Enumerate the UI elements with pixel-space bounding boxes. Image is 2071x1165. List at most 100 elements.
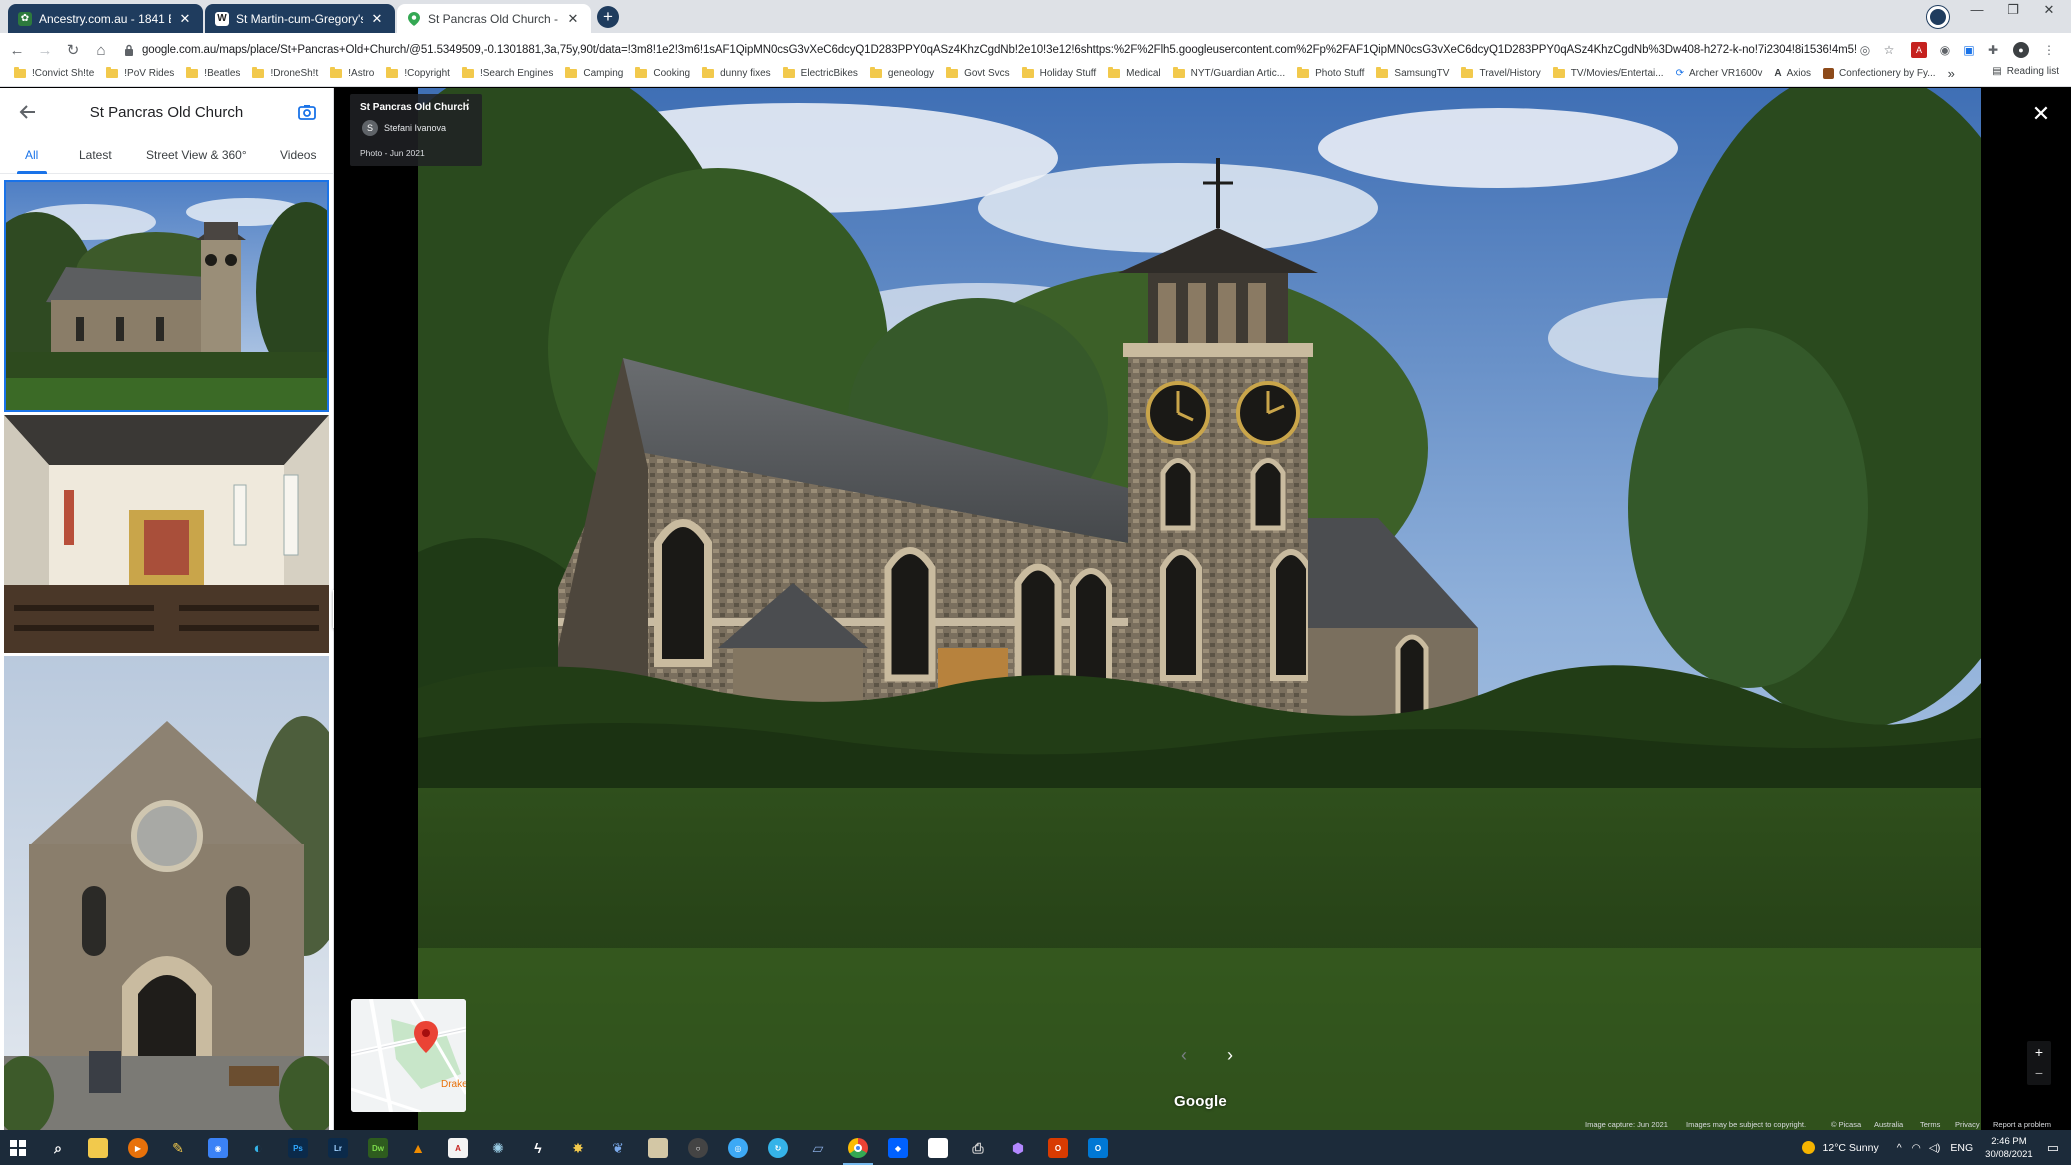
forward-icon[interactable]: → (34, 39, 56, 61)
chrome-icon[interactable] (848, 1138, 868, 1158)
language-indicator[interactable]: ENG (1950, 1142, 1973, 1154)
tab-videos[interactable]: Videos (280, 136, 316, 162)
bookmark-folder[interactable]: !Astro (330, 66, 374, 79)
picasa-credit[interactable]: © Picasa (1831, 1120, 1861, 1129)
bookmark-folder[interactable]: Govt Svcs (946, 66, 1010, 79)
camera-app-icon[interactable]: ◉ (208, 1138, 228, 1158)
bookmark-star-icon[interactable]: ☆ (1881, 42, 1897, 58)
bookmark-folder[interactable]: Photo Stuff (1297, 66, 1364, 79)
disc-icon[interactable]: ○ (688, 1138, 708, 1158)
photo-thumbnail-interior[interactable] (4, 415, 329, 653)
weather-icon[interactable] (1801, 1141, 1815, 1154)
vlc-icon[interactable]: ▲ (408, 1138, 428, 1158)
dropbox-icon[interactable]: ◆ (888, 1138, 908, 1158)
profile-avatar-icon[interactable] (1927, 6, 1949, 28)
sticky-icon[interactable]: ▱ (808, 1138, 828, 1158)
bookmark-folder[interactable]: !Convict Sh!te (14, 66, 94, 79)
account-avatar-icon[interactable]: ● (2013, 42, 2029, 58)
tab-close-icon[interactable]: ✕ (177, 11, 193, 27)
bookmark-folder[interactable]: Holiday Stuff (1021, 66, 1096, 79)
bookmark-link[interactable]: ⟳ Archer VR1600v (1676, 68, 1763, 79)
next-photo-icon[interactable]: › (1220, 1045, 1240, 1065)
bookmark-folder[interactable]: dunny fixes (702, 66, 771, 79)
clock[interactable]: 2:46 PM 30/08/2021 (1985, 1135, 2033, 1161)
bookmark-folder[interactable]: NYT/Guardian Artic... (1172, 66, 1285, 79)
bookmark-folder[interactable]: Travel/History (1461, 66, 1541, 79)
tab-close-icon[interactable]: ✕ (565, 11, 581, 27)
document-icon[interactable] (928, 1138, 948, 1158)
main-photo[interactable] (418, 88, 1981, 1130)
tab-wikipedia[interactable]: W St Martin-cum-Gregory's Church ✕ (205, 4, 395, 33)
author-avatar[interactable]: S (362, 120, 378, 136)
printer-icon[interactable]: ⎙ (968, 1138, 988, 1158)
bookmark-folder[interactable]: !Search Engines (461, 66, 553, 79)
menu-kebab-icon[interactable]: ⋮ (2041, 42, 2057, 58)
more-options-icon[interactable]: ⋮ (462, 98, 474, 110)
restore-icon[interactable]: ❐ (1993, 2, 2033, 18)
zoom-in-button[interactable]: + (2027, 1041, 2051, 1063)
back-icon[interactable]: ← (6, 39, 28, 61)
previous-photo-icon[interactable]: ‹ (1174, 1045, 1194, 1065)
terms-link[interactable]: Terms (1920, 1120, 1940, 1129)
address-bar[interactable]: google.com.au/maps/place/St+Pancras+Old+… (116, 36, 1856, 63)
tab-all[interactable]: All (25, 136, 38, 162)
bookmark-link[interactable]: A Axios (1774, 68, 1811, 79)
network-app-icon[interactable]: ✺ (488, 1138, 508, 1158)
tab-ancestry[interactable]: ✿ Ancestry.com.au - 1841 England ✕ (8, 4, 203, 33)
bookmark-folder[interactable]: !Beatles (186, 66, 240, 79)
office-icon[interactable]: O (1048, 1138, 1068, 1158)
tab-latest[interactable]: Latest (79, 136, 112, 162)
bookmark-folder[interactable]: Camping (565, 66, 623, 79)
volume-icon[interactable]: ◁) (1929, 1142, 1941, 1154)
photo-thumbnail-front[interactable] (4, 656, 329, 1130)
tab-close-icon[interactable]: ✕ (369, 11, 385, 27)
tab-google-maps[interactable]: St Pancras Old Church - Google ✕ (397, 4, 591, 33)
lightroom-icon[interactable]: Lr (328, 1138, 348, 1158)
acrobat-icon[interactable]: A (448, 1138, 468, 1158)
bookmark-folder[interactable]: !PoV Rides (106, 66, 174, 79)
wifi-icon[interactable]: ◠ (1912, 1142, 1921, 1154)
feather-icon[interactable]: ❦ (608, 1138, 628, 1158)
photo-place-name[interactable]: St Pancras Old Church (360, 102, 469, 113)
outlook-icon[interactable]: O (1088, 1138, 1108, 1158)
region-link[interactable]: Australia (1874, 1120, 1903, 1129)
weather-text[interactable]: 12°C Sunny (1823, 1142, 1879, 1154)
reading-list-button[interactable]: ▤ Reading list (1992, 66, 2059, 77)
pencil-icon[interactable]: ✎ (168, 1138, 188, 1158)
zoom-out-button[interactable]: − (2027, 1063, 2051, 1085)
extensions-puzzle-icon[interactable]: ✚ (1985, 42, 2001, 58)
window-close-icon[interactable]: ✕ (2029, 2, 2069, 18)
dreamweaver-icon[interactable]: Dw (368, 1138, 388, 1158)
bookmark-folder[interactable]: !Copyright (386, 66, 450, 79)
photoshop-icon[interactable]: Ps (288, 1138, 308, 1158)
new-tab-button[interactable]: + (597, 6, 619, 28)
bookmark-folder[interactable]: TV/Movies/Entertai... (1552, 66, 1664, 79)
close-viewer-icon[interactable]: ✕ (2030, 103, 2052, 125)
media-player-icon[interactable]: ▶ (128, 1138, 148, 1158)
add-photo-icon[interactable] (297, 102, 317, 122)
file-explorer-icon[interactable] (88, 1138, 108, 1158)
bookmark-folder[interactable]: ElectricBikes (782, 66, 858, 79)
bookmark-link[interactable]: Confectionery by Fy... (1823, 67, 1936, 79)
author-name[interactable]: Stefani Ivanova (384, 123, 446, 133)
report-problem-link[interactable]: Report a problem (1993, 1120, 2051, 1129)
bookmarks-overflow-button[interactable]: » (1948, 66, 1955, 81)
edge-icon[interactable]: ◐ (248, 1138, 268, 1158)
tab-street-view[interactable]: Street View & 360° (146, 136, 247, 162)
location-icon[interactable]: ◎ (1857, 42, 1873, 58)
bookmark-folder[interactable]: Medical (1108, 66, 1161, 79)
notepad-icon[interactable] (648, 1138, 668, 1158)
tools-icon[interactable]: ✸ (568, 1138, 588, 1158)
home-icon[interactable]: ⌂ (90, 39, 112, 61)
hexagon-app-icon[interactable]: ⬢ (1008, 1138, 1028, 1158)
windows-start-icon[interactable] (10, 1140, 26, 1156)
reload-icon[interactable]: ↻ (62, 39, 84, 61)
mini-map[interactable]: Drake at K (351, 999, 466, 1112)
bookmark-folder[interactable]: Cooking (635, 66, 690, 79)
extension-badge-icon[interactable]: ▣ (1961, 42, 1977, 58)
pdf-extension-icon[interactable]: A (1911, 42, 1927, 58)
extension-circle-icon[interactable]: ◉ (1937, 42, 1953, 58)
bookmark-folder[interactable]: !DroneSh!t (252, 66, 318, 79)
minimize-icon[interactable]: — (1957, 2, 1997, 18)
bookmark-folder[interactable]: SamsungTV (1376, 66, 1449, 79)
